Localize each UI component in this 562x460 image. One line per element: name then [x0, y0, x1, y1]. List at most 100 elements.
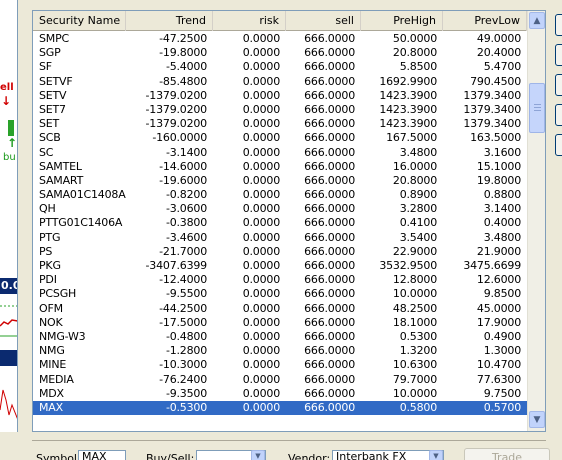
table-row[interactable]: QH -3.0600 0.0000 666.0000 3.2800 3.1400 — [33, 202, 527, 216]
scroll-down-button[interactable]: ▼ — [529, 411, 545, 428]
cell-sell: 666.0000 — [304, 159, 355, 173]
table-row[interactable]: SF -5.4000 0.0000 666.0000 5.8500 5.4700 — [33, 60, 527, 74]
list-header: Security Name Trend risk sell PreHigh Pr… — [33, 11, 527, 31]
securities-list[interactable]: Security Name Trend risk sell PreHigh Pr… — [32, 10, 546, 432]
cell-sell: 666.0000 — [304, 287, 355, 301]
table-row[interactable]: NOK -17.5000 0.0000 666.0000 18.1000 17.9000 — [33, 316, 527, 330]
cell-prehigh: 10.0000 — [392, 386, 437, 400]
cell-prehigh: 3.4800 — [399, 145, 437, 159]
cell-security-name: MDX — [39, 386, 64, 400]
symbol-field[interactable]: MAX — [78, 450, 126, 460]
cell-security-name: PCSGH — [39, 287, 77, 301]
table-row[interactable]: SETV -1379.0200 0.0000 666.0000 1423.3900 137… — [33, 89, 527, 103]
cell-trend: -5.4000 — [165, 60, 207, 74]
vendor-select[interactable]: Interbank FX — [332, 450, 444, 460]
table-row[interactable]: SET7 -1379.0200 0.0000 666.0000 1423.3900 137… — [33, 103, 527, 117]
cell-prehigh: 0.5300 — [399, 329, 437, 343]
cell-risk: 0.0000 — [242, 259, 280, 272]
table-row[interactable]: MDX -9.3500 0.0000 666.0000 10.0000 9.7500 — [33, 387, 527, 401]
cell-prehigh: 79.7000 — [392, 372, 437, 386]
table-row[interactable]: NMG -1.2800 0.0000 666.0000 1.3200 1.3000 — [33, 344, 527, 358]
cell-risk: 0.0000 — [242, 273, 280, 287]
cell-sell: 666.0000 — [304, 173, 355, 187]
cell-security-name: SET7 — [39, 102, 66, 116]
cell-prevlow: 3.1400 — [483, 202, 521, 216]
table-row[interactable]: SET -1379.0200 0.0000 666.0000 1423.3900 1379… — [33, 117, 527, 131]
grip-line — [534, 107, 541, 108]
cell-security-name: SF — [39, 60, 52, 74]
trade-button[interactable]: Trade — [464, 448, 550, 460]
side-button-2[interactable] — [555, 44, 562, 66]
table-row[interactable]: SAMART -19.6000 0.0000 666.0000 20.8000 19.80… — [33, 174, 527, 188]
table-row[interactable]: SC -3.1400 0.0000 666.0000 3.4800 3.1600 — [33, 146, 527, 160]
grip-line — [534, 104, 541, 105]
cell-security-name: PDI — [39, 273, 57, 287]
table-row[interactable]: SETVF -85.4800 0.0000 666.0000 1692.9900 790.… — [33, 75, 527, 89]
sell-signal-label: ell — [0, 82, 14, 93]
cell-prehigh: 12.8000 — [392, 273, 437, 287]
cell-prevlow: 10.4700 — [476, 358, 521, 372]
table-row[interactable]: SAMA01C1408A -0.8200 0.0000 666.0000 0.8900 0… — [33, 188, 527, 202]
column-header-prehigh[interactable]: PreHigh — [361, 11, 443, 31]
cell-security-name: SET — [39, 117, 60, 131]
cell-trend: -10.3000 — [159, 358, 207, 372]
table-row[interactable]: MAX -0.5300 0.0000 666.0000 0.5800 0.5700 — [33, 400, 527, 416]
cell-risk: 0.0000 — [242, 216, 280, 230]
cell-prevlow: 0.5700 — [483, 400, 521, 414]
scroll-thumb[interactable] — [529, 83, 545, 133]
cell-risk: 0.0000 — [242, 386, 280, 400]
table-row[interactable]: PTTG01C1406A -0.3800 0.0000 666.0000 0.4100 0… — [33, 216, 527, 230]
cell-trend: -47.2500 — [159, 32, 207, 45]
table-row[interactable]: MEDIA -76.2400 0.0000 666.0000 79.7000 77.630… — [33, 373, 527, 387]
table-row[interactable]: PTG -3.4600 0.0000 666.0000 3.5400 3.4800 — [33, 231, 527, 245]
cell-trend: -76.2400 — [159, 372, 207, 386]
cell-risk: 0.0000 — [242, 344, 280, 358]
cell-trend: -3.4600 — [165, 230, 207, 244]
cell-security-name: SMPC — [39, 32, 69, 45]
cell-prevlow: 49.0000 — [476, 32, 521, 45]
cell-prevlow: 1379.3400 — [463, 117, 521, 131]
cell-sell: 666.0000 — [304, 117, 355, 131]
cell-sell: 666.0000 — [304, 344, 355, 358]
cell-prehigh: 20.8000 — [392, 46, 437, 60]
table-row[interactable]: SGP -19.8000 0.0000 666.0000 20.8000 20.4000 — [33, 46, 527, 60]
column-header-sell[interactable]: sell — [286, 11, 361, 31]
cell-trend: -21.7000 — [159, 244, 207, 258]
side-button-3[interactable] — [555, 74, 562, 96]
cell-risk: 0.0000 — [242, 117, 280, 131]
column-header-security-name[interactable]: Security Name — [33, 11, 126, 31]
side-button-5[interactable] — [555, 134, 562, 156]
table-row[interactable]: PKG -3407.6399 0.0000 666.0000 3532.9500 3475… — [33, 259, 527, 273]
chevron-down-icon[interactable]: ▼ — [251, 450, 265, 460]
table-row[interactable]: SAMTEL -14.6000 0.0000 666.0000 16.0000 15.10… — [33, 160, 527, 174]
table-row[interactable]: OFM -44.2500 0.0000 666.0000 48.2500 45.0000 — [33, 302, 527, 316]
table-row[interactable]: PDI -12.4000 0.0000 666.0000 12.8000 12.6000 — [33, 273, 527, 287]
chevron-down-icon[interactable]: ▼ — [429, 450, 443, 460]
cell-trend: -3.1400 — [165, 145, 207, 159]
cell-prevlow: 1379.3400 — [463, 88, 521, 102]
column-header-risk[interactable]: risk — [213, 11, 286, 31]
column-header-trend[interactable]: Trend — [126, 11, 213, 31]
cell-sell: 666.0000 — [304, 74, 355, 88]
side-button-1[interactable] — [555, 14, 562, 36]
cell-prevlow: 790.4500 — [470, 74, 521, 88]
cell-sell: 666.0000 — [304, 88, 355, 102]
table-row[interactable]: PCSGH -9.5500 0.0000 666.0000 10.0000 9.8500 — [33, 287, 527, 301]
cell-risk: 0.0000 — [242, 400, 280, 414]
cell-prehigh: 1.3200 — [399, 344, 437, 358]
cell-prehigh: 50.0000 — [392, 32, 437, 45]
cell-security-name: SCB — [39, 131, 61, 145]
vertical-scrollbar[interactable]: ▲ ▼ — [527, 11, 545, 431]
table-row[interactable]: MINE -10.3000 0.0000 666.0000 10.6300 10.4700 — [33, 358, 527, 372]
table-row[interactable]: SCB -160.0000 0.0000 666.0000 167.5000 163.50… — [33, 131, 527, 145]
table-row[interactable]: SMPC -47.2500 0.0000 666.0000 50.0000 49.0000 — [33, 32, 527, 46]
buy-arrow-icon: ↑ — [7, 136, 18, 150]
column-header-prevlow[interactable]: PrevLow — [443, 11, 527, 31]
side-button-4[interactable] — [555, 104, 562, 126]
cell-prevlow: 17.9000 — [476, 315, 521, 329]
table-row[interactable]: PS -21.7000 0.0000 666.0000 22.9000 21.9000 — [33, 245, 527, 259]
scroll-up-button[interactable]: ▲ — [529, 12, 545, 29]
cell-prevlow: 9.8500 — [483, 287, 521, 301]
cell-trend: -3.0600 — [165, 202, 207, 216]
table-row[interactable]: NMG-W3 -0.4800 0.0000 666.0000 0.5300 0.4900 — [33, 330, 527, 344]
